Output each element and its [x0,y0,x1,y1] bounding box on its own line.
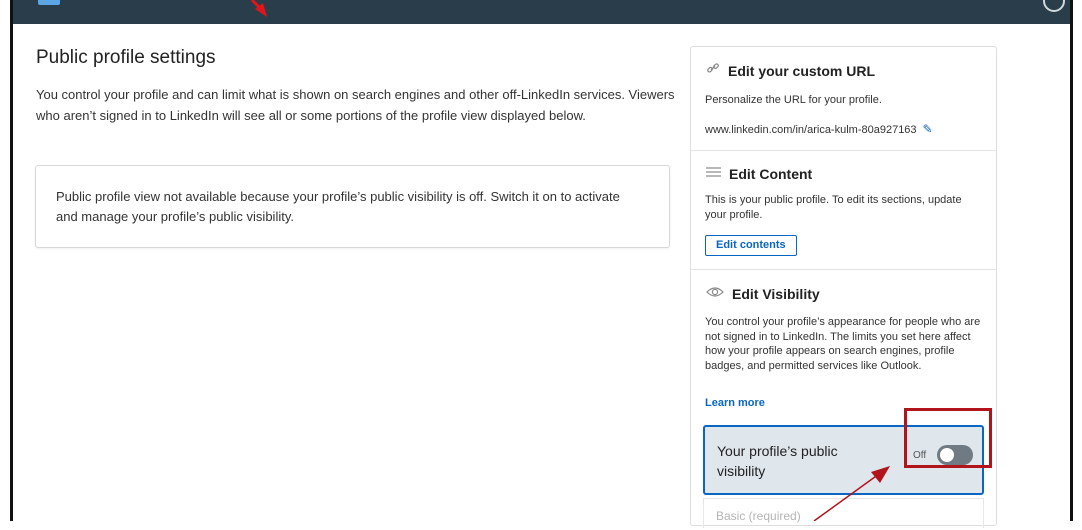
annotation-arrow-top [250,0,267,17]
annotation-arrow-toggle [813,466,890,521]
annotation-arrows [250,0,890,521]
